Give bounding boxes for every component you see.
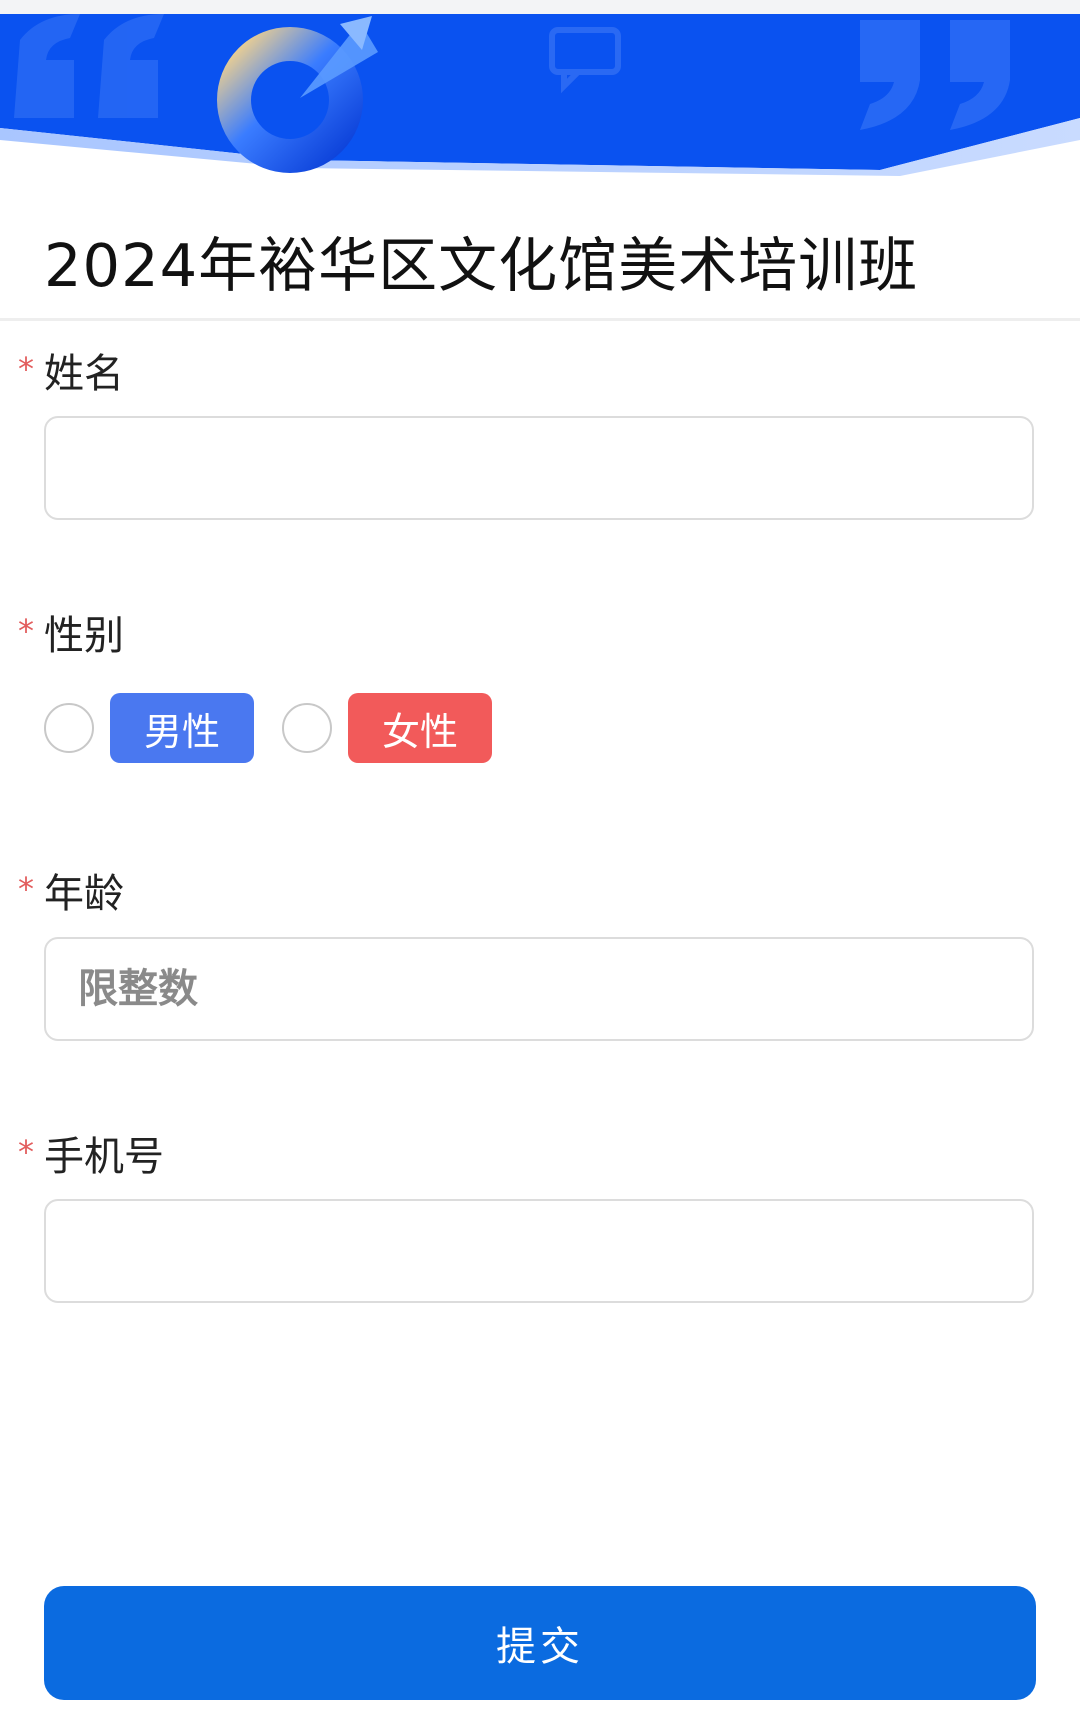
- phone-label: 手机号: [44, 1134, 164, 1180]
- required-asterisk: *: [18, 870, 34, 908]
- header-banner: [0, 0, 1080, 180]
- phone-input[interactable]: [44, 1199, 1034, 1303]
- form-page: 2024年裕华区文化馆美术培训班 * 姓名 * 性别 男性 女性 * 年龄 * …: [0, 0, 1080, 1723]
- gender-option-female[interactable]: 女性: [348, 693, 492, 763]
- radio-female[interactable]: [282, 703, 332, 753]
- age-label: 年龄: [44, 871, 124, 917]
- banner-graphic: [0, 14, 1080, 176]
- name-input[interactable]: [44, 416, 1034, 520]
- required-asterisk: *: [18, 350, 34, 388]
- radio-male[interactable]: [44, 703, 94, 753]
- gender-label: 性别: [44, 613, 124, 659]
- submit-button[interactable]: 提交: [44, 1586, 1036, 1700]
- gender-option-male[interactable]: 男性: [110, 693, 254, 763]
- required-asterisk: *: [18, 612, 34, 650]
- required-asterisk: *: [18, 1133, 34, 1171]
- name-label: 姓名: [44, 351, 124, 397]
- age-input[interactable]: [44, 937, 1034, 1041]
- title-section: 2024年裕华区文化馆美术培训班: [0, 180, 1080, 321]
- page-title: 2024年裕华区文化馆美术培训班: [44, 231, 919, 300]
